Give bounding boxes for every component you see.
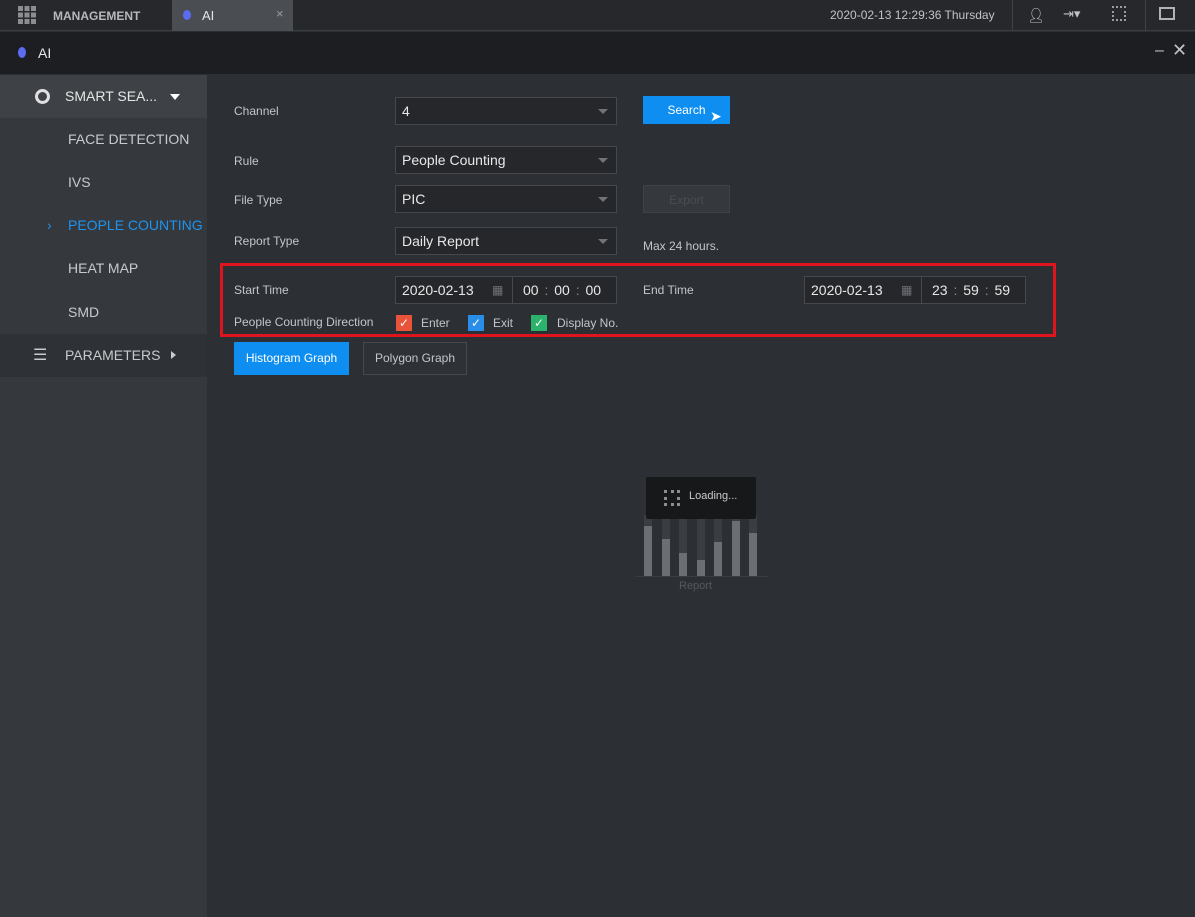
report-caption: Report	[679, 580, 713, 592]
loading-indicator: Loading...	[646, 477, 756, 519]
placeholder-bar	[731, 521, 740, 576]
logout-icon[interactable]: ⇥▾	[1063, 6, 1080, 22]
item-label: PEOPLE COUNTING	[68, 217, 203, 233]
placeholder-bar	[749, 533, 757, 576]
list-icon: ☰	[33, 347, 48, 364]
end-hour: 23	[932, 282, 948, 298]
tab-histogram-graph[interactable]: Histogram Graph	[234, 342, 349, 375]
sidebar: SMART SEA... FACE DETECTION IVS › PEOPLE …	[0, 75, 207, 917]
channel-select[interactable]: 4	[395, 97, 617, 125]
exit-label: Exit	[493, 316, 514, 330]
rule-value: People Counting	[402, 152, 506, 168]
sidebar-smart-search[interactable]: SMART SEA...	[0, 75, 207, 118]
sidebar-item-smd[interactable]: SMD	[0, 291, 207, 334]
tab-polygon-graph[interactable]: Polygon Graph	[363, 342, 467, 375]
smart-search-label: SMART SEA...	[65, 88, 158, 104]
minimize-button[interactable]: –	[1155, 42, 1164, 60]
caret-right-icon	[171, 351, 176, 359]
user-icon[interactable]: 👤︎	[1027, 7, 1045, 24]
placeholder-bar	[644, 526, 652, 576]
start-second: 00	[585, 282, 602, 298]
enter-label: Enter	[421, 316, 450, 330]
mouse-cursor: ➤	[710, 108, 722, 124]
chevron-right-icon: ›	[47, 217, 52, 233]
qr-code-icon[interactable]	[1112, 6, 1126, 21]
file-type-value: PIC	[402, 191, 426, 207]
ai-icon	[18, 47, 26, 58]
sidebar-item-heat-map[interactable]: HEAT MAP	[0, 247, 207, 290]
display-no-label: Display No.	[557, 316, 619, 330]
sep: :	[984, 282, 989, 298]
file-type-select[interactable]: PIC	[395, 185, 617, 213]
caret-down-icon	[170, 94, 180, 100]
sidebar-item-ivs[interactable]: IVS	[0, 161, 207, 204]
item-label: HEAT MAP	[68, 260, 139, 276]
item-label: IVS	[68, 174, 91, 190]
item-label: FACE DETECTION	[68, 131, 190, 147]
channel-label: Channel	[234, 104, 279, 118]
loading-text: Loading...	[689, 490, 738, 502]
end-time-label: End Time	[643, 283, 694, 297]
end-second: 59	[994, 282, 1011, 298]
chevron-down-icon	[598, 109, 608, 114]
sidebar-item-face-detection[interactable]: FACE DETECTION	[0, 118, 207, 161]
sep: :	[544, 282, 549, 298]
datetime: 2020-02-13 12:29:36 Thursday	[830, 8, 995, 22]
channel-value: 4	[402, 103, 410, 119]
chevron-down-icon	[598, 197, 608, 202]
enter-checkbox[interactable]: ✓	[396, 315, 412, 331]
chevron-down-icon	[598, 158, 608, 163]
parameters-label: PARAMETERS	[65, 347, 161, 363]
placeholder-bar	[661, 539, 670, 576]
rule-select[interactable]: People Counting	[395, 146, 617, 174]
apps-grid-icon[interactable]	[18, 6, 36, 24]
report-type-value: Daily Report	[402, 233, 480, 249]
item-label: SMD	[68, 304, 100, 320]
placeholder-bar	[679, 553, 687, 576]
max-hours-hint: Max 24 hours.	[643, 239, 720, 253]
top-bar: MANAGEMENT AI × 2020-02-13 12:29:36 Thur…	[0, 0, 1195, 31]
sidebar-item-people-counting[interactable]: › PEOPLE COUNTING	[0, 204, 207, 247]
start-hour: 00	[523, 282, 539, 298]
start-time-input[interactable]: 00 : 00 : 00	[512, 276, 617, 304]
management-tab[interactable]: MANAGEMENT	[53, 9, 140, 23]
sep: :	[575, 282, 580, 298]
display-no-checkbox[interactable]: ✓	[531, 315, 547, 331]
sidebar-parameters[interactable]: ☰ PARAMETERS	[0, 334, 207, 377]
ai-icon	[183, 10, 191, 20]
chevron-down-icon	[598, 239, 608, 244]
sep: :	[953, 282, 958, 298]
file-type-label: File Type	[234, 193, 283, 207]
end-date-value: 2020-02-13	[811, 282, 883, 298]
start-date-input[interactable]: 2020-02-13 ▦	[395, 276, 513, 304]
placeholder-bar	[696, 560, 705, 576]
end-date-input[interactable]: 2020-02-13 ▦	[804, 276, 922, 304]
direction-label: People Counting Direction	[234, 315, 374, 329]
export-button[interactable]: Export	[643, 185, 730, 213]
start-time-label: Start Time	[234, 283, 289, 297]
tab-ai[interactable]: AI ×	[172, 0, 293, 31]
report-type-label: Report Type	[234, 234, 300, 248]
end-minute: 59	[963, 282, 979, 298]
tab-label: AI	[202, 8, 215, 23]
smart-search-icon	[35, 89, 50, 104]
close-tab-icon[interactable]: ×	[276, 6, 284, 21]
start-date-value: 2020-02-13	[402, 282, 474, 298]
exit-checkbox[interactable]: ✓	[468, 315, 484, 331]
window-title: AI	[38, 45, 52, 61]
close-button[interactable]: ✕	[1172, 40, 1187, 61]
calendar-icon[interactable]: ▦	[901, 277, 912, 303]
calendar-icon[interactable]: ▦	[492, 277, 503, 303]
loading-spinner-icon	[664, 490, 680, 506]
report-type-select[interactable]: Daily Report	[395, 227, 617, 255]
end-time-input[interactable]: 23 : 59 : 59	[921, 276, 1026, 304]
start-minute: 00	[554, 282, 570, 298]
window-title-bar: AI – ✕	[0, 32, 1195, 74]
rule-label: Rule	[234, 154, 259, 168]
placeholder-bar	[714, 542, 722, 576]
monitor-icon[interactable]	[1159, 7, 1175, 20]
